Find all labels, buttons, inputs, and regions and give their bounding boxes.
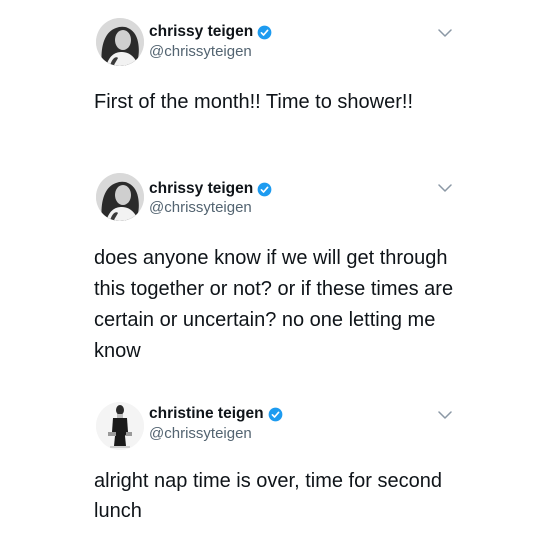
avatar[interactable] xyxy=(96,173,144,221)
verified-badge-icon xyxy=(257,182,272,197)
full-body-avatar-icon xyxy=(96,402,144,450)
chevron-down-icon[interactable] xyxy=(438,410,452,420)
handle[interactable]: @chrissyteigen xyxy=(149,199,252,216)
chevron-down-icon[interactable] xyxy=(438,28,452,38)
name-row: chrissy teigen xyxy=(149,180,272,198)
display-name[interactable]: chrissy teigen xyxy=(149,23,253,41)
avatar[interactable] xyxy=(96,18,144,66)
verified-badge-icon xyxy=(268,407,283,422)
display-name[interactable]: chrissy teigen xyxy=(149,180,253,198)
portrait-avatar-icon xyxy=(96,173,144,221)
name-row: chrissy teigen xyxy=(149,23,272,41)
tweet-text: does anyone know if we will get through … xyxy=(94,247,459,362)
display-name[interactable]: christine teigen xyxy=(149,405,264,423)
verified-badge-icon xyxy=(257,25,272,40)
tweet-text: alright nap time is over, time for secon… xyxy=(94,470,448,522)
handle[interactable]: @chrissyteigen xyxy=(149,425,252,442)
chevron-down-icon[interactable] xyxy=(438,183,452,193)
tweet-text: First of the month!! Time to shower!! xyxy=(94,91,414,113)
avatar[interactable] xyxy=(96,402,144,450)
handle[interactable]: @chrissyteigen xyxy=(149,43,252,60)
name-row: christine teigen xyxy=(149,405,283,423)
portrait-avatar-icon xyxy=(96,18,144,66)
